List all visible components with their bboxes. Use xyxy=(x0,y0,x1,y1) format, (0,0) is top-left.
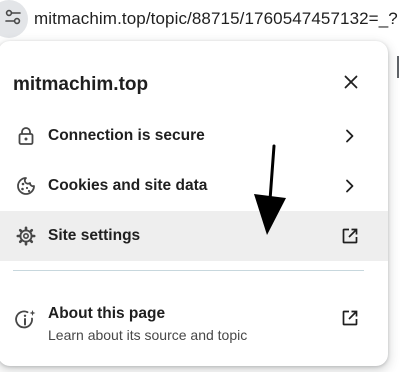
close-icon xyxy=(344,75,358,94)
url-text[interactable]: mitmachim.top/topic/88715/1760547457132=… xyxy=(34,9,398,29)
site-settings-item[interactable]: Site settings xyxy=(0,211,388,261)
popup-title: mitmachim.top xyxy=(13,74,149,95)
down-arrow-icon xyxy=(250,142,290,238)
info-sparkle-icon xyxy=(15,309,37,331)
divider xyxy=(13,270,364,271)
site-info-popup: mitmachim.top Connection is secure Cooki… xyxy=(0,41,388,366)
chevron-right-icon xyxy=(340,126,360,146)
cookies-site-data-item[interactable]: Cookies and site data xyxy=(0,161,388,211)
cookie-icon xyxy=(15,175,37,197)
close-button[interactable] xyxy=(339,72,363,96)
about-this-page-sublabel: Learn about its source and topic xyxy=(48,327,248,343)
gear-icon xyxy=(15,225,37,247)
lock-icon xyxy=(15,125,37,147)
cookies-site-data-label: Cookies and site data xyxy=(48,177,208,194)
connection-secure-label: Connection is secure xyxy=(48,127,205,144)
chevron-right-icon xyxy=(340,176,360,196)
about-this-page-item[interactable]: About this page Learn about its source a… xyxy=(0,283,388,345)
scrollbar-edge xyxy=(397,56,403,78)
site-settings-label: Site settings xyxy=(48,227,141,244)
address-bar: mitmachim.top/topic/88715/1760547457132=… xyxy=(0,0,403,38)
tune-icon xyxy=(0,8,22,31)
connection-secure-item[interactable]: Connection is secure xyxy=(0,111,388,161)
site-info-button[interactable] xyxy=(0,0,28,38)
about-this-page-label: About this page xyxy=(48,305,166,322)
open-external-icon xyxy=(340,226,360,246)
open-external-icon xyxy=(340,308,360,328)
page: mitmachim.top/topic/88715/1760547457132=… xyxy=(0,0,403,372)
